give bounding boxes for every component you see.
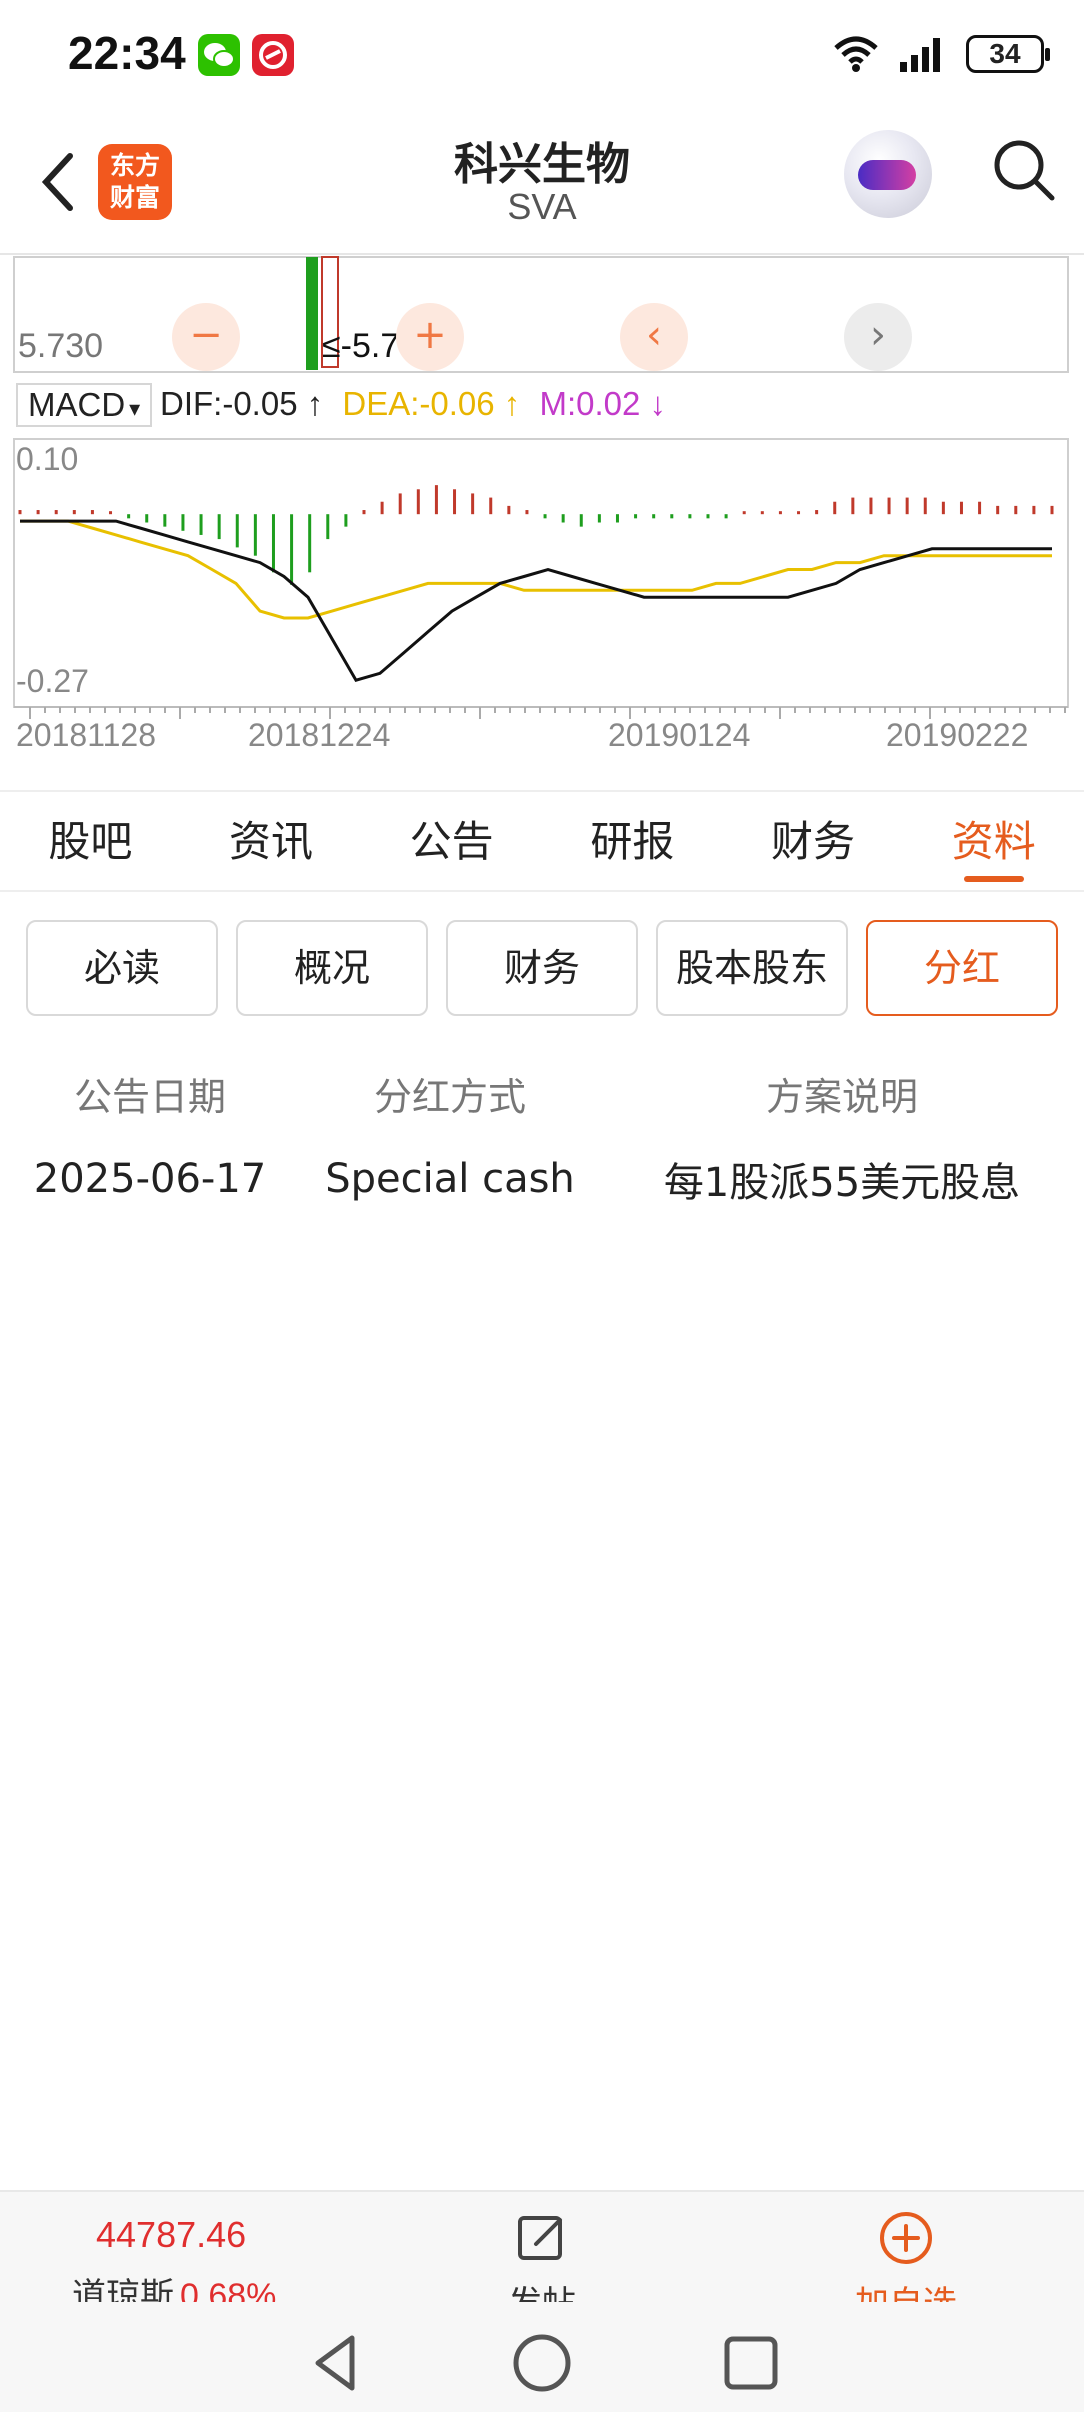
bottom-action-bar: 44787.46 道琼斯0.68% 发帖 加自选 [0, 2190, 1084, 2324]
tab-finance[interactable]: 财务 [723, 792, 904, 890]
tab-guba[interactable]: 股吧 [0, 792, 181, 890]
index-value[interactable]: 44787.46 [96, 2214, 246, 2256]
chevron-left-icon: ‹ [646, 312, 662, 358]
x-label-3: 20190222 [886, 717, 1029, 753]
search-icon [994, 140, 1055, 201]
signal-icon [900, 38, 940, 72]
subtab-finance[interactable]: 财务 [446, 920, 638, 1016]
subtab-must-read[interactable]: 必读 [26, 920, 218, 1016]
macd-chart [13, 256, 1069, 719]
header-dividend-type: 分红方式 [373, 1074, 526, 1119]
zoom-out-button[interactable]: − [172, 303, 240, 371]
m-down-arrow-icon: ↓ [640, 385, 667, 422]
dea-up-arrow-icon: ↑ [494, 385, 521, 422]
status-right: 34 [832, 34, 1050, 74]
plus-circle-icon [880, 2212, 932, 2264]
subtab-dividend[interactable]: 分红 [866, 920, 1058, 1016]
status-bar: 22:34 34 [0, 0, 1084, 110]
header-announce-date: 公告日期 [73, 1074, 226, 1119]
app-notification-icon [252, 34, 294, 76]
section-tabs: 股吧 资讯 公告 研报 财务 资料 [0, 790, 1084, 892]
dif-up-arrow-icon: ↑ [297, 385, 324, 422]
header-plan-desc: 方案说明 [765, 1074, 918, 1119]
y-max-label: 0.10 [16, 441, 79, 477]
app-header: 东方 财富 科兴生物 SVA [0, 110, 1084, 255]
cell-dividend-type: Special cash [325, 1156, 575, 1202]
chart-prev-button[interactable]: ‹ [620, 303, 688, 371]
minus-icon: − [189, 312, 223, 358]
tab-profile[interactable]: 资料 [903, 792, 1084, 890]
table-header-row: 公告日期 分红方式 方案说明 [0, 1050, 1084, 1136]
robot-visor [858, 160, 916, 190]
x-label-2: 20190124 [608, 717, 751, 753]
tab-research[interactable]: 研报 [542, 792, 723, 890]
cell-announce-date: 2025-06-17 [33, 1156, 267, 1202]
nav-home-icon[interactable] [507, 2328, 577, 2398]
kline-candle-down [306, 257, 318, 370]
assistant-robot-icon[interactable] [844, 130, 932, 218]
wechat-icon [198, 34, 240, 76]
tab-announcements[interactable]: 公告 [361, 792, 542, 890]
nav-back-icon[interactable] [300, 2328, 370, 2398]
indicator-select-value: MACD [28, 386, 126, 423]
macd-values: DIF:-0.05 ↑ DEA:-0.06 ↑ M:0.02 ↓ [160, 385, 666, 423]
x-label-1: 20181224 [248, 717, 391, 753]
dropdown-arrow-icon: ▾ [129, 396, 141, 421]
subtab-overview[interactable]: 概况 [236, 920, 428, 1016]
nav-recents-icon[interactable] [716, 2328, 786, 2398]
dividend-table: 公告日期 分红方式 方案说明 2025-06-17 Special cash 每… [0, 1050, 1084, 1222]
zoom-in-button[interactable]: + [396, 303, 464, 371]
battery-icon: 34 [966, 35, 1050, 73]
profile-subtabs: 必读 概况 财务 股本股东 分红 [26, 920, 1058, 1016]
system-nav-bar [0, 2320, 1084, 2412]
dea-value: DEA:-0.06 [342, 385, 495, 422]
search-button[interactable] [988, 134, 1060, 206]
kline-price-label: 5.730 [18, 327, 104, 365]
edit-icon [518, 2216, 562, 2260]
indicator-select[interactable]: MACD ▾ [16, 383, 153, 427]
chart-next-button[interactable]: › [844, 303, 912, 371]
tab-news[interactable]: 资讯 [181, 792, 362, 890]
subtab-shareholders[interactable]: 股本股东 [656, 920, 848, 1016]
kline-panel-frame [13, 256, 1069, 373]
cell-plan-desc: 每1股派55美元股息 [663, 1160, 1021, 1206]
x-label-0: 20181128 [16, 717, 156, 753]
y-min-label: -0.27 [16, 663, 89, 699]
dif-value: DIF:-0.05 [160, 385, 298, 422]
wifi-icon [834, 36, 878, 72]
plus-icon: + [413, 312, 447, 358]
table-row: 2025-06-17 Special cash 每1股派55美元股息 [0, 1136, 1084, 1222]
macd-chart-panel: 5.730 ≤-5.730 − + ‹ › MACD ▾ DIF:-0.05 ↑ … [0, 255, 1084, 790]
chevron-right-icon: › [870, 312, 886, 358]
status-time: 22:34 [68, 27, 186, 79]
m-value: M:0.02 [539, 385, 641, 422]
